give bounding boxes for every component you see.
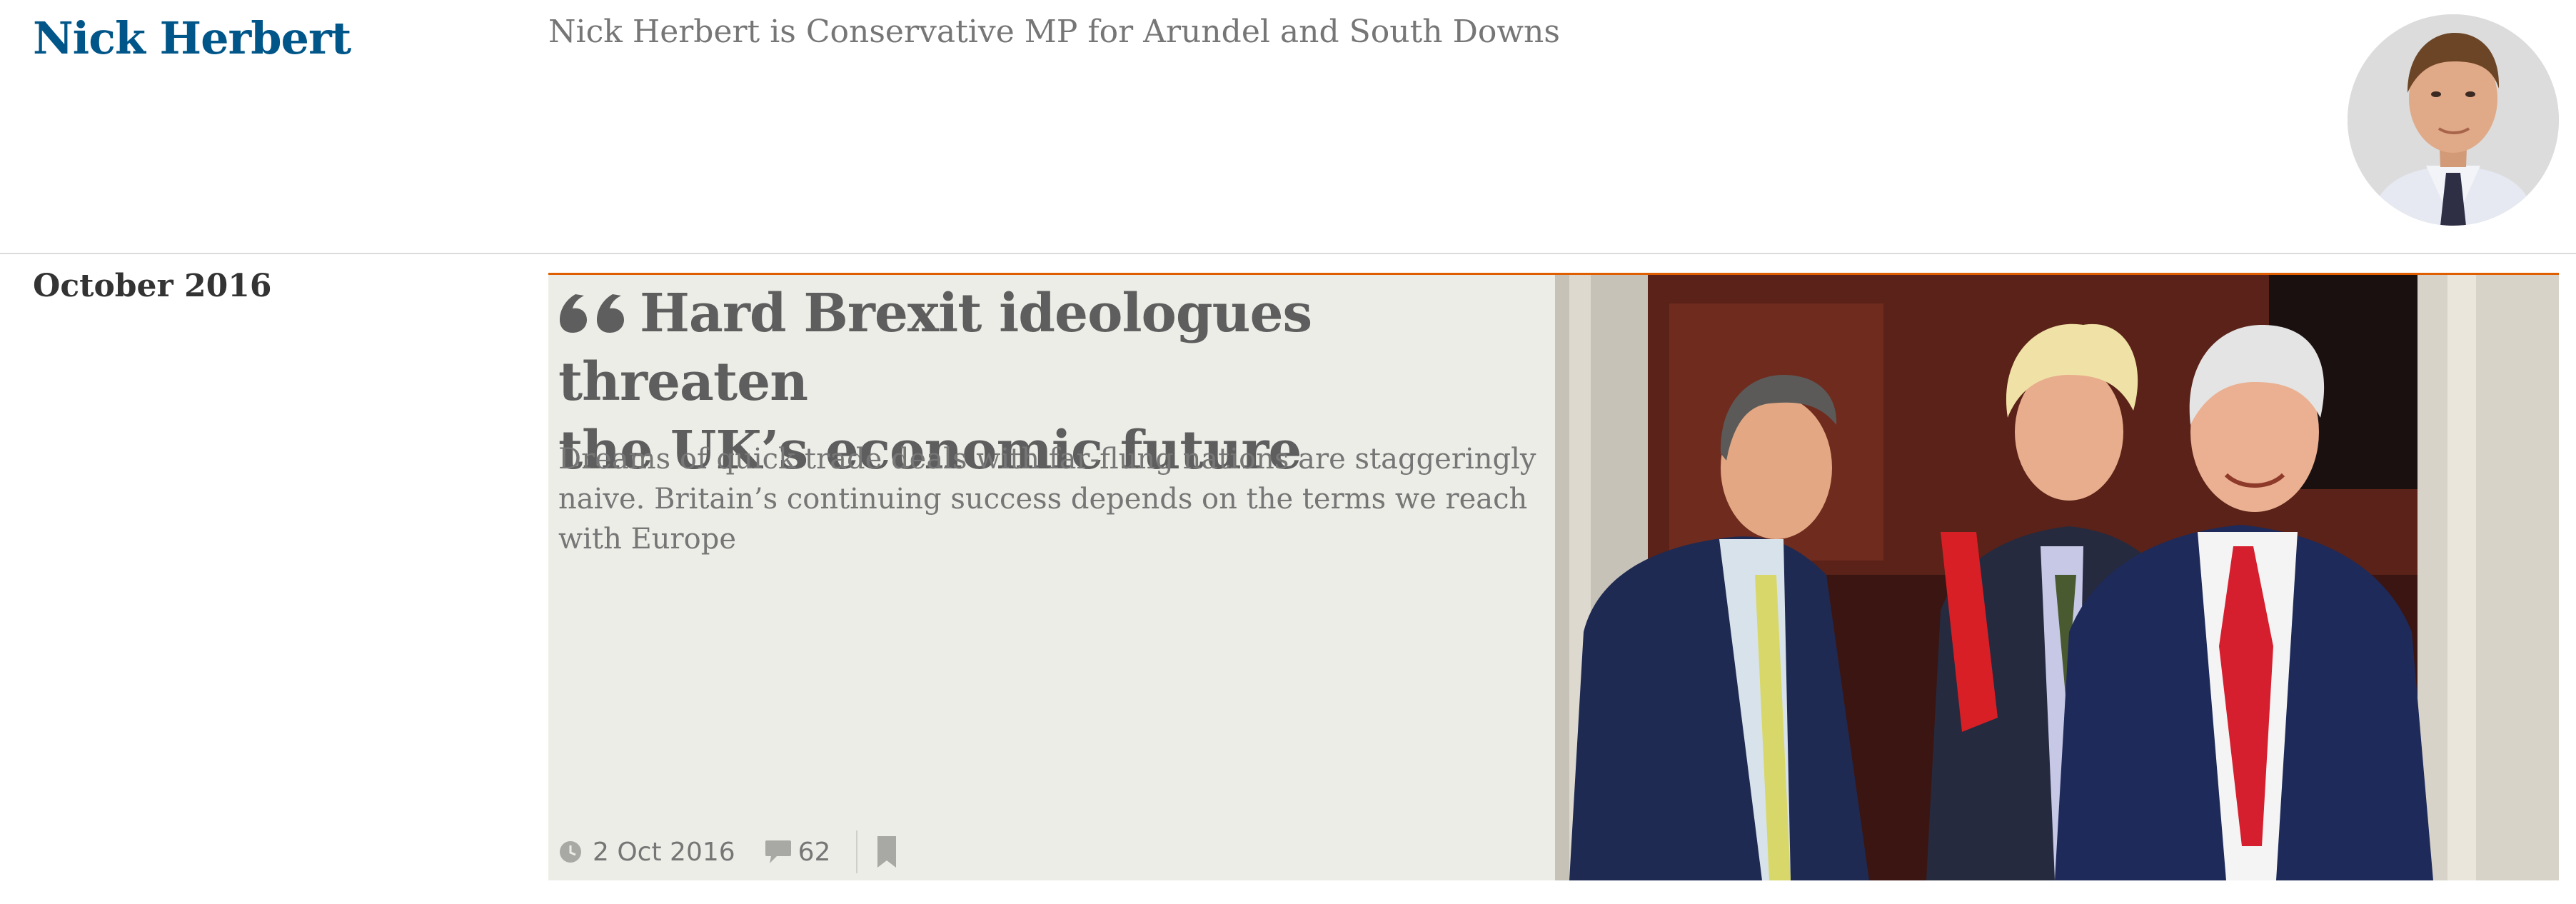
clock-icon — [560, 841, 581, 863]
article-card[interactable]: Hard Brexit ideologues threaten the UK’s … — [548, 273, 2559, 880]
author-bio: Nick Herbert is Conservative MP for Arun… — [548, 14, 1560, 50]
author-portrait-image — [2348, 14, 2559, 226]
author-avatar — [2348, 14, 2559, 226]
month-heading: October 2016 — [33, 268, 272, 304]
article-meta: 2 Oct 2016 62 — [558, 830, 897, 873]
article-photo — [1555, 275, 2559, 880]
header-divider — [0, 253, 2576, 254]
article-date: 2 Oct 2016 — [593, 837, 735, 867]
bookmark-icon[interactable] — [876, 835, 897, 869]
headline-line-1: Hard Brexit ideologues threaten — [558, 283, 1312, 413]
quote-icon — [560, 294, 624, 333]
comment-count[interactable]: 62 — [798, 838, 831, 867]
article-card-text: Hard Brexit ideologues threaten the UK’s … — [548, 275, 1554, 880]
article-standfirst: Dreams of quick trade deals with far-flu… — [558, 443, 1536, 556]
author-name[interactable]: Nick Herbert — [33, 4, 351, 73]
article-image[interactable] — [1555, 275, 2559, 880]
meta-divider — [856, 830, 858, 873]
comment-icon[interactable] — [764, 839, 793, 865]
